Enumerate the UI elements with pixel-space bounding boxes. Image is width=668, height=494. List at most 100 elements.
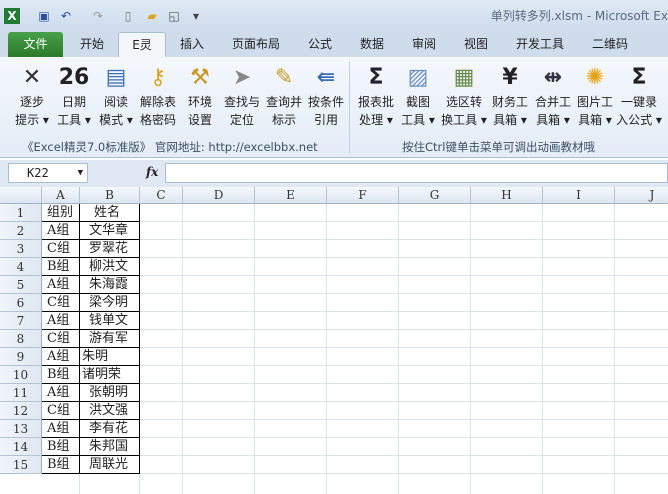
chevron-down-icon[interactable]: ▼ <box>78 164 83 182</box>
right-button-1[interactable]: ▨ 截图 工具 ▾ <box>398 61 438 133</box>
row-header-6[interactable]: 6 <box>0 294 42 312</box>
tab-insert[interactable]: 插入 <box>170 32 214 57</box>
open-folder-icon[interactable]: ▰ <box>144 8 160 24</box>
row-header-5[interactable]: 5 <box>0 276 42 294</box>
tab-view[interactable]: 视图 <box>454 32 498 57</box>
tab-data[interactable]: 数据 <box>350 32 394 57</box>
column-header-G[interactable]: G <box>399 187 471 204</box>
column-header-F[interactable]: F <box>327 187 399 204</box>
row-header-3[interactable]: 3 <box>0 240 42 258</box>
customize-toolbar-icon[interactable]: ▾ <box>188 8 204 24</box>
column-header-D[interactable]: D <box>183 187 255 204</box>
cell-A6[interactable]: C组 <box>42 294 80 312</box>
insert-function-icon[interactable]: fx <box>146 165 158 179</box>
cell-B8[interactable]: 游有军 <box>80 330 140 348</box>
row-header-4[interactable]: 4 <box>0 258 42 276</box>
cell-B13[interactable]: 李有花 <box>80 420 140 438</box>
left-button-1[interactable]: 26 日期 工具 ▾ <box>54 61 94 133</box>
cell-A2[interactable]: A组 <box>42 222 80 240</box>
row-header-10[interactable]: 10 <box>0 366 42 384</box>
right-button-5[interactable]: ✺ 图片工 具箱 ▾ <box>575 61 615 133</box>
formula-input[interactable] <box>165 163 668 183</box>
right-button-2[interactable]: ▦ 选区转 换工具 ▾ <box>441 61 487 133</box>
cell-B5[interactable]: 朱海霞 <box>80 276 140 294</box>
left-button-2[interactable]: ▤ 阅读 模式 ▾ <box>96 61 136 133</box>
button-label: 工具 ▾ <box>401 113 435 127</box>
print-preview-icon[interactable]: ◱ <box>166 8 182 24</box>
tab-home[interactable]: 开始 <box>70 32 114 57</box>
column-header-C[interactable]: C <box>140 187 183 204</box>
cell-A11[interactable]: A组 <box>42 384 80 402</box>
column-header-A[interactable]: A <box>42 187 80 204</box>
cell-A5[interactable]: A组 <box>42 276 80 294</box>
undo-icon[interactable]: ↶ <box>58 8 74 24</box>
reference-icon: ⇚ <box>316 64 336 90</box>
cell-B10[interactable]: 诸明荣 <box>80 366 140 384</box>
row-header-12[interactable]: 12 <box>0 402 42 420</box>
redo-icon[interactable]: ↷ <box>90 8 106 24</box>
cell-A14[interactable]: B组 <box>42 438 80 456</box>
tab-review[interactable]: 审阅 <box>402 32 446 57</box>
tab-file[interactable]: 文件 <box>8 32 63 57</box>
cell-A13[interactable]: A组 <box>42 420 80 438</box>
name-box[interactable]: K22 ▼ <box>8 163 88 183</box>
row-header-2[interactable]: 2 <box>0 222 42 240</box>
cell-B2[interactable]: 文华章 <box>80 222 140 240</box>
column-header-J[interactable]: J <box>615 187 668 204</box>
left-button-7[interactable]: ⇚ 按条件 引用 <box>306 61 346 133</box>
grid-line <box>182 204 183 494</box>
column-header-E[interactable]: E <box>255 187 327 204</box>
new-file-icon[interactable]: ▯ <box>120 8 136 24</box>
left-button-0[interactable]: ✕ 逐步 提示 ▾ <box>12 61 52 133</box>
row-header-11[interactable]: 11 <box>0 384 42 402</box>
cell-B3[interactable]: 罗翠花 <box>80 240 140 258</box>
column-header-H[interactable]: H <box>471 187 543 204</box>
cell-A4[interactable]: B组 <box>42 258 80 276</box>
column-header-B[interactable]: B <box>80 187 140 204</box>
select-all-corner[interactable] <box>0 187 42 204</box>
cell-A10[interactable]: B组 <box>42 366 80 384</box>
cursor-icon: ➤ <box>232 64 252 90</box>
tab-formulas[interactable]: 公式 <box>298 32 342 57</box>
cell-B14[interactable]: 朱邦国 <box>80 438 140 456</box>
right-button-6[interactable]: Σ 一键录 入公式 ▾ <box>616 61 662 133</box>
right-button-0[interactable]: Σ 报表批 处理 ▾ <box>356 61 396 133</box>
row-header-1[interactable]: 1 <box>0 204 42 222</box>
cell-B15[interactable]: 周联光 <box>80 456 140 474</box>
cell-A15[interactable]: B组 <box>42 456 80 474</box>
row-header-15[interactable]: 15 <box>0 456 42 474</box>
row-header-8[interactable]: 8 <box>0 330 42 348</box>
save-icon[interactable]: ▣ <box>36 8 52 24</box>
row-header-13[interactable]: 13 <box>0 420 42 438</box>
right-button-4[interactable]: ⇹ 合并工 具箱 ▾ <box>533 61 573 133</box>
tab-qrcode[interactable]: 二维码 <box>582 32 638 57</box>
column-header-I[interactable]: I <box>543 187 615 204</box>
row-header-14[interactable]: 14 <box>0 438 42 456</box>
cell-B4[interactable]: 柳洪文 <box>80 258 140 276</box>
cell-B1[interactable]: 姓名 <box>80 204 140 222</box>
left-button-4[interactable]: ⚒ 环境 设置 <box>180 61 220 133</box>
cell-B6[interactable]: 梁今明 <box>80 294 140 312</box>
left-button-5[interactable]: ➤ 查找与 定位 <box>222 61 262 133</box>
row-header-9[interactable]: 9 <box>0 348 42 366</box>
right-button-3[interactable]: ¥ 财务工 具箱 ▾ <box>490 61 530 133</box>
screenshot-icon: ▨ <box>407 64 429 90</box>
cell-B9[interactable]: 朱明 <box>80 348 140 366</box>
cell-B12[interactable]: 洪文强 <box>80 402 140 420</box>
cell-A12[interactable]: C组 <box>42 402 80 420</box>
cell-A9[interactable]: A组 <box>42 348 80 366</box>
button-label: 入公式 ▾ <box>616 113 662 127</box>
cell-A3[interactable]: C组 <box>42 240 80 258</box>
cell-A8[interactable]: C组 <box>42 330 80 348</box>
left-button-3[interactable]: ⚷ 解除表 格密码 <box>138 61 178 133</box>
tab-eling[interactable]: E灵 <box>118 32 166 57</box>
row-header-7[interactable]: 7 <box>0 312 42 330</box>
cell-B11[interactable]: 张朝明 <box>80 384 140 402</box>
left-button-6[interactable]: ✎ 查询并 标示 <box>264 61 304 133</box>
tab-developer[interactable]: 开发工具 <box>506 32 574 57</box>
cell-B7[interactable]: 钱单文 <box>80 312 140 330</box>
button-label: 换工具 ▾ <box>441 113 487 127</box>
cell-A7[interactable]: A组 <box>42 312 80 330</box>
tab-page-layout[interactable]: 页面布局 <box>222 32 290 57</box>
cell-A1[interactable]: 组别 <box>42 204 80 222</box>
